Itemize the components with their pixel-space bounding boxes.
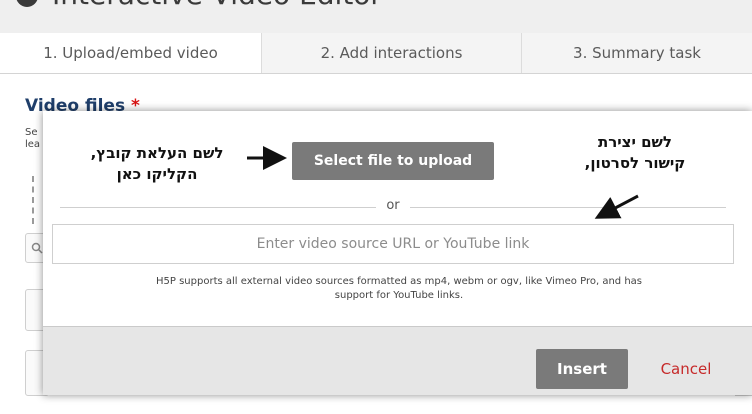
screen: Interactive Video Editor 1. Upload/embed… (0, 0, 752, 414)
tab-summary-task[interactable]: 3. Summary task (522, 33, 752, 73)
support-text: H5P supports all external video sources … (79, 275, 719, 303)
or-divider-left (60, 207, 376, 208)
annotation-upload-line1: לשם העלאת קובץ, (90, 144, 224, 162)
tab-upload-embed-video[interactable]: 1. Upload/embed video (0, 33, 262, 73)
annotation-upload: לשם העלאת קובץ, הקליקו כאן (76, 143, 238, 185)
select-file-button[interactable]: Select file to upload (292, 142, 494, 180)
editor-title-text: Interactive Video Editor (52, 0, 382, 11)
support-text-line2: support for YouTube links. (334, 290, 464, 301)
dialog-footer: Insert Cancel (43, 326, 752, 395)
annotation-link-line2: קישור לסרטון, (584, 154, 686, 172)
annotation-link-line1: לשם יצירת (597, 133, 673, 151)
editor-title: Interactive Video Editor (16, 0, 382, 11)
insert-button[interactable]: Insert (536, 349, 628, 389)
cancel-link[interactable]: Cancel (653, 349, 719, 389)
editor-header: Interactive Video Editor (0, 0, 752, 33)
editor-tabs: 1. Upload/embed video 2. Add interaction… (0, 33, 752, 74)
tab-add-interactions[interactable]: 2. Add interactions (262, 33, 522, 73)
support-text-line1: H5P supports all external video sources … (156, 276, 642, 287)
annotation-upload-line2: הקליקו כאן (116, 165, 198, 183)
field-description-line2: lea (25, 139, 41, 150)
editor-logo-icon (16, 0, 38, 7)
video-url-input[interactable] (52, 224, 734, 264)
or-text: or (386, 198, 400, 213)
field-description: Se lea (25, 127, 40, 151)
annotation-link: לשם יצירת קישור לסרטון, (560, 132, 710, 174)
search-icon (31, 242, 43, 254)
field-description-line1: Se (25, 127, 38, 138)
or-divider-right (410, 207, 726, 208)
